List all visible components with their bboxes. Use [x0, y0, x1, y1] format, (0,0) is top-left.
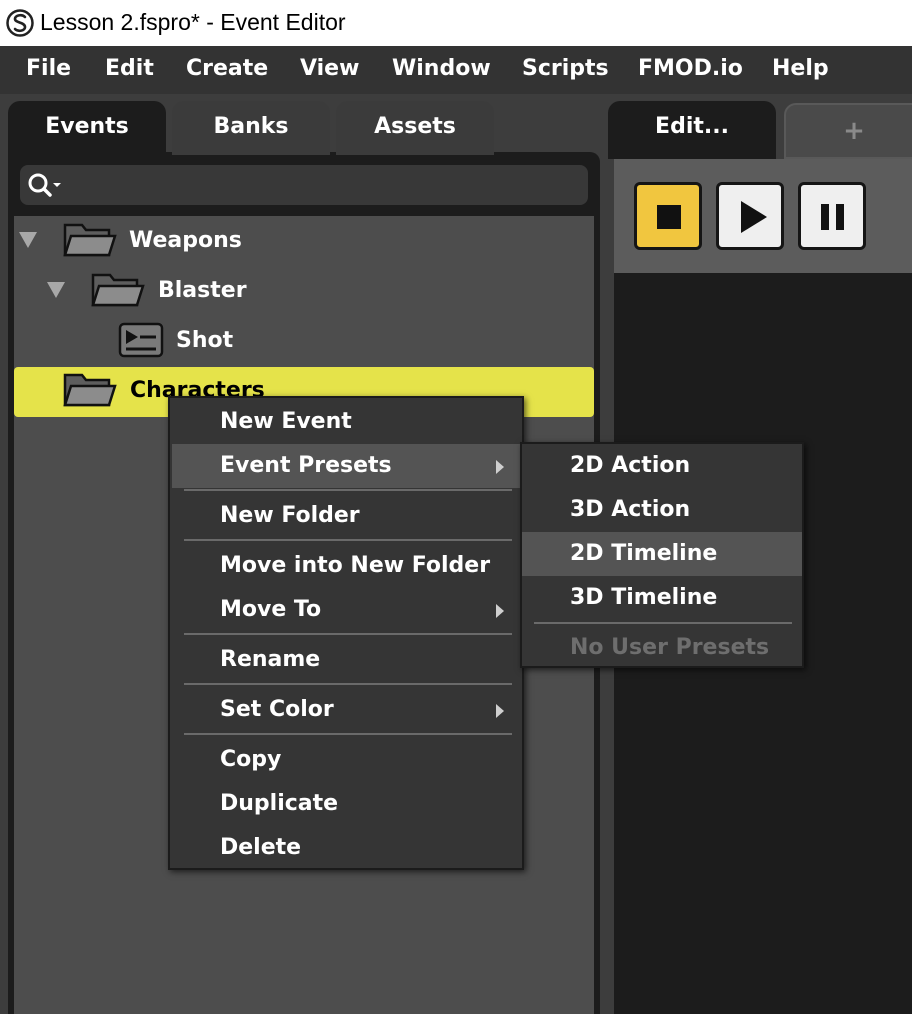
menu-item-set-color[interactable]: Set Color [172, 688, 522, 732]
context-menu: New Event Event Presets New Folder Move … [168, 396, 524, 870]
menu-item-new-folder[interactable]: New Folder [172, 494, 522, 538]
menu-item-move-into-new-folder[interactable]: Move into New Folder [172, 544, 522, 588]
expand-arrow-icon[interactable] [47, 282, 65, 298]
pause-button[interactable] [798, 182, 866, 250]
event-presets-submenu: 2D Action 3D Action 2D Timeline 3D Timel… [520, 442, 804, 668]
window-title: Lesson 2.fspro* - Event Editor [40, 9, 346, 35]
play-button[interactable] [716, 182, 784, 250]
submenu-item-label: No User Presets [570, 635, 770, 660]
menu-create[interactable]: Create [186, 54, 268, 84]
folder-icon [91, 273, 145, 307]
tree-item-shot[interactable]: Shot [176, 326, 233, 356]
menu-help[interactable]: Help [772, 54, 829, 84]
menu-separator [184, 539, 512, 541]
menu-item-rename[interactable]: Rename [172, 638, 522, 682]
submenu-arrow-icon [496, 460, 504, 474]
tab-events[interactable]: Events [8, 101, 166, 157]
menu-item-label: Set Color [220, 697, 334, 722]
tree-item-blaster[interactable]: Blaster [158, 276, 247, 306]
menu-item-label: Event Presets [220, 453, 392, 478]
menu-separator [184, 633, 512, 635]
menu-item-label: Rename [220, 647, 321, 672]
menu-item-label: Copy [220, 747, 282, 772]
stop-icon [657, 205, 681, 229]
menu-separator [184, 683, 512, 685]
tab-banks[interactable]: Banks [172, 101, 330, 155]
menu-item-label: Move To [220, 597, 322, 622]
fmod-app-icon [6, 9, 34, 37]
title-bar: Lesson 2.fspro* - Event Editor [0, 0, 912, 46]
submenu-item-label: 2D Action [570, 453, 691, 478]
submenu-item-label: 3D Timeline [570, 585, 718, 610]
menu-bar: File Edit Create View Window Scripts FMO… [0, 46, 912, 94]
menu-item-new-event[interactable]: New Event [172, 400, 522, 444]
tab-editor[interactable]: Edit... [608, 101, 776, 159]
submenu-item-label: 2D Timeline [570, 541, 718, 566]
play-icon [741, 201, 767, 233]
submenu-arrow-icon [496, 604, 504, 618]
menu-separator [184, 489, 512, 491]
tab-assets[interactable]: Assets [336, 101, 494, 155]
menu-item-label: New Folder [220, 503, 360, 528]
menu-item-label: Move into New Folder [220, 553, 491, 578]
folder-icon [63, 373, 117, 407]
menu-edit[interactable]: Edit [105, 54, 154, 84]
folder-icon [63, 223, 117, 257]
menu-item-label: Delete [220, 835, 302, 860]
menu-item-copy[interactable]: Copy [172, 738, 522, 782]
menu-item-move-to[interactable]: Move To [172, 588, 522, 632]
submenu-arrow-icon [496, 704, 504, 718]
search-input[interactable] [20, 165, 588, 205]
menu-item-label: Duplicate [220, 791, 339, 816]
menu-scripts[interactable]: Scripts [522, 54, 609, 84]
menu-separator [184, 733, 512, 735]
expand-arrow-icon[interactable] [19, 232, 37, 248]
submenu-item-no-user-presets: No User Presets [522, 626, 802, 670]
menu-item-event-presets[interactable]: Event Presets [172, 444, 522, 488]
submenu-item-label: 3D Action [570, 497, 691, 522]
tree-item-weapons[interactable]: Weapons [129, 226, 242, 256]
menu-view[interactable]: View [300, 54, 359, 84]
submenu-item-3d-timeline[interactable]: 3D Timeline [522, 576, 802, 620]
submenu-item-3d-action[interactable]: 3D Action [522, 488, 802, 532]
submenu-item-2d-timeline[interactable]: 2D Timeline [522, 532, 802, 576]
stop-button[interactable] [634, 182, 702, 250]
event-icon [118, 322, 164, 358]
menu-separator [534, 622, 792, 624]
menu-item-label: New Event [220, 409, 352, 434]
submenu-item-2d-action[interactable]: 2D Action [522, 444, 802, 488]
menu-item-duplicate[interactable]: Duplicate [172, 782, 522, 826]
menu-file[interactable]: File [26, 54, 71, 84]
add-tab-button[interactable]: + [784, 103, 912, 159]
search-icon [28, 173, 61, 197]
menu-fmod-io[interactable]: FMOD.io [638, 54, 743, 84]
menu-window[interactable]: Window [392, 54, 491, 84]
menu-item-delete[interactable]: Delete [172, 826, 522, 870]
